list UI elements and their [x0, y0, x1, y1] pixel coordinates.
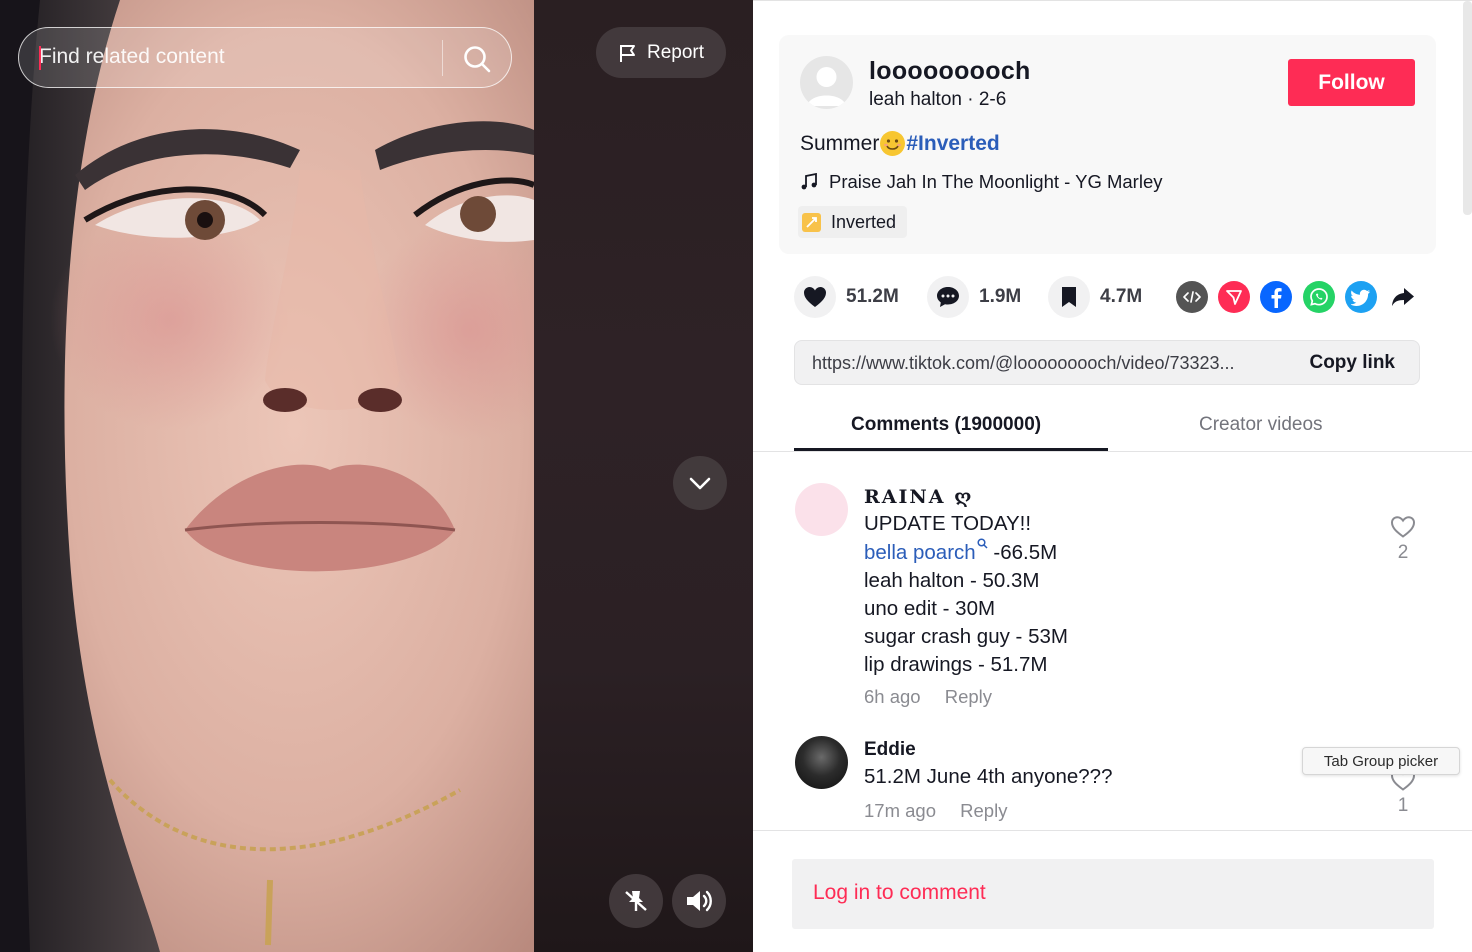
save-action[interactable]: 4.7M: [1048, 276, 1142, 318]
comment-action[interactable]: 1.9M: [927, 276, 1021, 318]
send-icon[interactable]: [1218, 281, 1250, 313]
comment-like-button[interactable]: 2: [1387, 515, 1419, 564]
effect-tag[interactable]: Inverted: [798, 206, 908, 238]
search-divider: [442, 40, 443, 76]
float-player-button[interactable]: [609, 874, 663, 928]
avatar[interactable]: [795, 483, 848, 536]
comment-line: lip drawings - 51.7M: [864, 653, 1048, 676]
login-to-comment-button[interactable]: Log in to comment: [792, 859, 1434, 929]
comment-line: leah halton - 50.3M: [864, 569, 1040, 592]
search-bar[interactable]: Find related content: [18, 27, 512, 88]
author-username[interactable]: looooooooch: [869, 57, 1031, 86]
login-label: Log in to comment: [813, 881, 986, 904]
tab-bar: Comments (1900000) Creator videos: [753, 405, 1472, 452]
author-display-name: leah halton: [869, 89, 962, 110]
comment-input-area: Log in to comment: [753, 830, 1472, 952]
heart-outline-icon: [1390, 516, 1416, 538]
comment-meta: 17m ago Reply: [864, 800, 1007, 822]
like-count: 51.2M: [846, 286, 899, 307]
comment-like-count: 1: [1397, 795, 1409, 816]
like-action[interactable]: 51.2M: [794, 276, 899, 318]
comment-line: sugar crash guy - 53M: [864, 625, 1068, 648]
caption-text: Summer: [800, 131, 880, 155]
music-title: Praise Jah In The Moonlight - YG Marley: [829, 171, 1163, 192]
video-frame[interactable]: Find related content: [0, 0, 534, 952]
comment-like-button[interactable]: 1: [1387, 768, 1419, 817]
comment-icon: [937, 287, 959, 307]
bookmark-icon: [1062, 287, 1076, 307]
text-cursor: [39, 46, 41, 70]
avatar[interactable]: [800, 56, 853, 109]
report-button[interactable]: Report: [596, 27, 726, 78]
video-player[interactable]: Find related content Report: [0, 0, 753, 952]
video-face-image: [0, 0, 534, 952]
comment-line: uno edit - 30M: [864, 597, 996, 620]
effect-icon: [802, 212, 821, 232]
copy-link-button[interactable]: Copy link: [1309, 352, 1395, 374]
facebook-icon[interactable]: [1260, 281, 1292, 313]
heart-icon: [804, 287, 826, 307]
comment-time: 6h ago: [864, 686, 921, 707]
post-date: 2-6: [978, 89, 1007, 110]
mention-link[interactable]: bella poarch: [864, 541, 976, 564]
effect-label: Inverted: [831, 211, 897, 232]
bookmark-button[interactable]: [1048, 276, 1090, 318]
tab-group-tooltip: Tab Group picker: [1302, 747, 1460, 775]
comment-text: UPDATE TODAY!! bella poarch -66.5M leah …: [864, 510, 1068, 679]
author-subline: leah halton · 2-6: [869, 89, 1006, 111]
chevron-down-icon: [689, 477, 711, 490]
comment-meta: 6h ago Reply: [864, 686, 992, 708]
comment-author[interactable]: 𝐑𝐀𝐈𝐍𝐀 ღ: [864, 486, 973, 508]
smiling-emoji-icon: [880, 131, 906, 156]
share-arrow-icon[interactable]: [1387, 281, 1419, 313]
search-input[interactable]: Find related content: [39, 45, 225, 69]
music-link[interactable]: Praise Jah In The Moonlight - YG Marley: [800, 171, 1163, 193]
speaker-icon: [687, 890, 712, 912]
hashtag-link[interactable]: #Inverted: [906, 132, 999, 156]
comment-line: bella poarch -66.5M: [864, 538, 1068, 567]
comment-button[interactable]: [927, 276, 969, 318]
twitter-icon[interactable]: [1345, 281, 1377, 313]
default-avatar-icon: [807, 67, 846, 106]
embed-icon[interactable]: [1176, 281, 1208, 313]
comment-line-value: -66.5M: [993, 541, 1058, 564]
tab-comments[interactable]: Comments (1900000): [851, 414, 1041, 436]
heart-button[interactable]: [794, 276, 836, 318]
detail-panel: looooooooch leah halton · 2-6 Follow Sum…: [753, 0, 1472, 952]
action-bar: 51.2M 1.9M 4.7M: [794, 276, 1434, 318]
music-note-icon: [801, 173, 817, 190]
comment-author[interactable]: Eddie: [864, 739, 916, 761]
flag-icon: [619, 44, 635, 62]
dot-separator: ·: [967, 89, 979, 110]
video-link-box: https://www.tiktok.com/@looooooooch/vide…: [794, 340, 1420, 385]
next-video-button[interactable]: [673, 456, 727, 510]
comment-time: 17m ago: [864, 800, 936, 821]
save-count: 4.7M: [1100, 286, 1143, 307]
comment-like-count: 2: [1397, 542, 1409, 563]
search-icon[interactable]: [462, 44, 492, 74]
active-tab-indicator: [794, 448, 1108, 451]
reply-button[interactable]: Reply: [945, 686, 992, 707]
scrollbar[interactable]: [1463, 1, 1472, 215]
whatsapp-icon[interactable]: [1303, 281, 1335, 313]
report-label: Report: [646, 41, 705, 63]
follow-button[interactable]: Follow: [1288, 59, 1415, 106]
comment-count: 1.9M: [979, 286, 1022, 307]
pin-off-icon: [625, 891, 647, 911]
search-icon: [977, 538, 988, 549]
video-url[interactable]: https://www.tiktok.com/@looooooooch/vide…: [812, 353, 1282, 374]
comment-text: 51.2M June 4th anyone???: [864, 765, 1113, 788]
avatar[interactable]: [795, 736, 848, 789]
post-info-card: looooooooch leah halton · 2-6 Follow Sum…: [779, 35, 1436, 254]
volume-button[interactable]: [672, 874, 726, 928]
tab-creator-videos[interactable]: Creator videos: [1199, 414, 1323, 436]
reply-button[interactable]: Reply: [960, 800, 1007, 821]
comment-line: UPDATE TODAY!!: [864, 512, 1032, 535]
post-caption: Summer #Inverted: [800, 131, 1000, 156]
